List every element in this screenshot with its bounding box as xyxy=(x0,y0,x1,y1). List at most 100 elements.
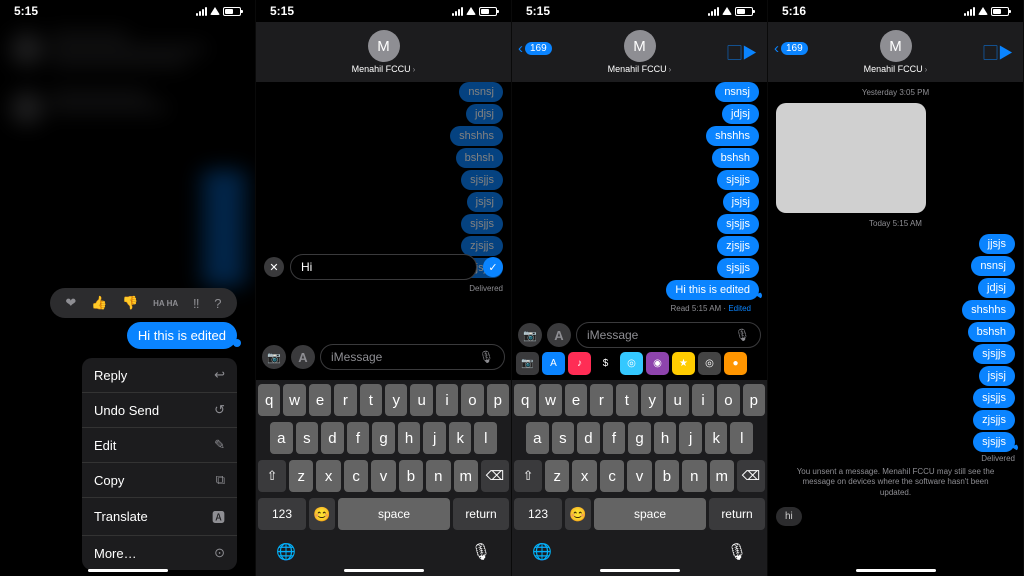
react-thumbs-up[interactable]: 👍 xyxy=(91,295,107,311)
dictate-icon[interactable]: 🎙 xyxy=(735,328,750,342)
ctx-more[interactable]: More…⊙ xyxy=(82,536,237,570)
app-icon-3[interactable]: $ xyxy=(594,352,617,375)
ctx-edit[interactable]: Edit✎ xyxy=(82,428,237,463)
key-f[interactable]: f xyxy=(603,422,626,454)
home-indicator[interactable] xyxy=(344,569,424,572)
key-space[interactable]: space xyxy=(594,498,706,530)
message-bubble-edited[interactable]: Hi this is edited xyxy=(666,280,759,300)
key-s[interactable]: s xyxy=(552,422,575,454)
key-a[interactable]: a xyxy=(526,422,549,454)
key-b[interactable]: b xyxy=(399,460,423,492)
react-haha[interactable]: HA HA xyxy=(153,299,178,308)
message-bubble[interactable]: bshsh xyxy=(456,148,503,168)
key-a[interactable]: a xyxy=(270,422,293,454)
key-m[interactable]: m xyxy=(710,460,734,492)
contact-name[interactable]: Menahil FCCU› xyxy=(352,64,416,74)
app-icon-4[interactable]: ◎ xyxy=(620,352,643,375)
key-t[interactable]: t xyxy=(360,384,382,416)
react-thumbs-down[interactable]: 👎 xyxy=(122,295,138,311)
key-z[interactable]: z xyxy=(545,460,569,492)
key-m[interactable]: m xyxy=(454,460,478,492)
key-shift[interactable]: ⇧ xyxy=(514,460,542,492)
dictate-icon[interactable]: 🎙 xyxy=(479,350,494,364)
key-u[interactable]: u xyxy=(410,384,432,416)
key-i[interactable]: i xyxy=(436,384,458,416)
message-bubble[interactable]: jsjsj xyxy=(467,192,503,212)
key-j[interactable]: j xyxy=(679,422,702,454)
react-exclaim[interactable]: ‼︎ xyxy=(193,296,200,311)
message-list[interactable]: jjsjs nsnsj jdjsj shshhs bshsh sjsjjs js… xyxy=(768,234,1023,452)
key-r[interactable]: r xyxy=(334,384,356,416)
key-n[interactable]: n xyxy=(682,460,706,492)
message-list[interactable]: nsnsj jdjsj shshhs bshsh sjsjjs jsjsj sj… xyxy=(512,82,767,313)
message-input[interactable]: iMessage🎙 xyxy=(576,322,761,348)
message-bubble[interactable]: jdjsj xyxy=(978,278,1015,298)
dictate-button[interactable]: 🎙 xyxy=(471,542,491,562)
key-123[interactable]: 123 xyxy=(514,498,562,530)
back-button[interactable]: ‹169 xyxy=(774,40,808,57)
key-u[interactable]: u xyxy=(666,384,688,416)
keyboard[interactable]: qwertyuiopasdfghjkl⇧zxcvbnm⌫123😊spaceret… xyxy=(256,380,511,576)
key-q[interactable]: q xyxy=(514,384,536,416)
message-bubble[interactable]: jjsjs xyxy=(979,234,1015,254)
apps-button[interactable]: A xyxy=(291,345,315,369)
avatar[interactable]: M xyxy=(624,30,656,62)
key-g[interactable]: g xyxy=(372,422,395,454)
react-question[interactable]: ? xyxy=(214,296,221,311)
key-e[interactable]: e xyxy=(565,384,587,416)
app-icon-2[interactable]: ♪ xyxy=(568,352,591,375)
key-q[interactable]: q xyxy=(258,384,280,416)
key-return[interactable]: return xyxy=(709,498,765,530)
ctx-copy[interactable]: Copy⧉ xyxy=(82,463,237,498)
app-icon-7[interactable]: ◎ xyxy=(698,352,721,375)
key-w[interactable]: w xyxy=(283,384,305,416)
key-o[interactable]: o xyxy=(461,384,483,416)
confirm-edit-button[interactable]: ✓ xyxy=(483,257,503,277)
message-bubble[interactable]: shshhs xyxy=(962,300,1015,320)
dictate-button[interactable]: 🎙 xyxy=(727,542,747,562)
message-bubble[interactable]: sjsjjs xyxy=(461,214,503,234)
app-icon-5[interactable]: ◉ xyxy=(646,352,669,375)
key-emoji[interactable]: 😊 xyxy=(565,498,591,530)
key-x[interactable]: x xyxy=(316,460,340,492)
key-k[interactable]: k xyxy=(705,422,728,454)
message-bubble[interactable]: sjsjjs xyxy=(461,170,503,190)
message-bubble[interactable]: zjsjjs xyxy=(717,236,759,256)
message-bubble[interactable]: sjsjjs xyxy=(717,214,759,234)
app-icon-0[interactable]: 📷 xyxy=(516,352,539,375)
camera-button[interactable]: 📷 xyxy=(518,323,542,347)
message-bubble[interactable]: sjsjjs xyxy=(973,432,1015,452)
camera-button[interactable]: 📷 xyxy=(262,345,286,369)
globe-button[interactable]: 🌐 xyxy=(532,542,552,562)
home-indicator[interactable] xyxy=(856,569,936,572)
app-icon-1[interactable]: A xyxy=(542,352,565,375)
key-space[interactable]: space xyxy=(338,498,450,530)
message-bubble[interactable]: bshsh xyxy=(968,322,1015,342)
key-i[interactable]: i xyxy=(692,384,714,416)
key-k[interactable]: k xyxy=(449,422,472,454)
ctx-undo-send[interactable]: Undo Send↺ xyxy=(82,393,237,428)
image-attachment[interactable] xyxy=(776,103,926,213)
avatar[interactable]: M xyxy=(880,30,912,62)
key-h[interactable]: h xyxy=(654,422,677,454)
key-e[interactable]: e xyxy=(309,384,331,416)
key-d[interactable]: d xyxy=(577,422,600,454)
back-button[interactable]: ‹169 xyxy=(518,40,552,57)
react-heart[interactable]: ❤︎ xyxy=(65,295,76,311)
home-indicator[interactable] xyxy=(88,569,168,572)
message-bubble[interactable]: jsjsj xyxy=(723,192,759,212)
message-bubble[interactable]: sjsjjs xyxy=(717,170,759,190)
cancel-edit-button[interactable]: ✕ xyxy=(264,257,284,277)
message-bubble[interactable]: jdjsj xyxy=(466,104,503,124)
key-x[interactable]: x xyxy=(572,460,596,492)
key-v[interactable]: v xyxy=(371,460,395,492)
message-bubble[interactable]: jdjsj xyxy=(722,104,759,124)
message-list[interactable]: nsnsj jdjsj shshhs bshsh sjsjjs jsjsj sj… xyxy=(256,82,511,278)
key-v[interactable]: v xyxy=(627,460,651,492)
app-drawer[interactable]: 📷A♪$◎◉★◎● xyxy=(516,352,763,375)
apps-button[interactable]: A xyxy=(547,323,571,347)
ctx-translate[interactable]: Translate🅰 xyxy=(82,498,237,536)
key-emoji[interactable]: 😊 xyxy=(309,498,335,530)
message-bubble[interactable]: nsnsj xyxy=(715,82,759,102)
reaction-bar[interactable]: ❤︎ 👍 👎 HA HA ‼︎ ? xyxy=(50,288,237,318)
